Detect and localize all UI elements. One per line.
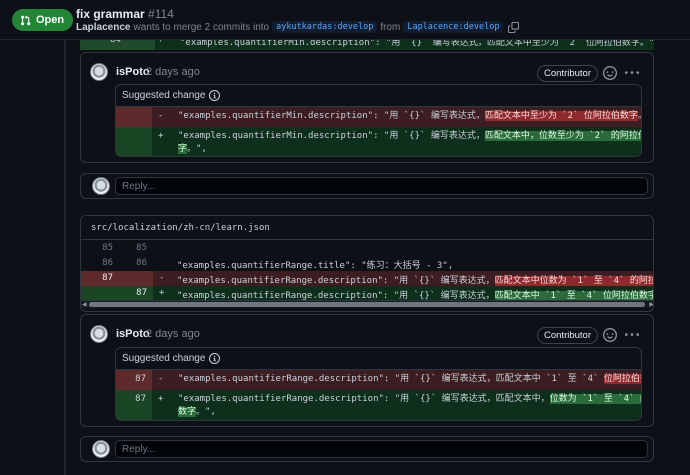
line-number: 84: [110, 40, 121, 45]
avatar: [92, 177, 110, 195]
comment-time[interactable]: 2 days ago: [146, 328, 200, 340]
review-comment-1: isPoto 2 days ago Contributor Suggested …: [80, 52, 654, 163]
smiley-icon[interactable]: [603, 328, 617, 342]
diff-code: "examples.quantifierMin.description": "用…: [178, 110, 641, 123]
suggestion-added-line: 87 + "examples.quantifierRange.descripti…: [116, 390, 641, 420]
diff-row-added: 87 + "examples.quantifierRange.descripti…: [81, 286, 653, 301]
diff-sign: +: [158, 40, 164, 45]
pr-state-badge: Open: [12, 9, 74, 31]
new-line-number[interactable]: 87: [121, 288, 147, 298]
code-highlight: 字: [178, 144, 188, 154]
pr-meta: Laplacence wants to merge 2 commits into…: [76, 21, 520, 33]
review-comment-2: isPoto 2 days ago Contributor Suggested …: [80, 314, 654, 427]
suggested-change-label: Suggested change: [122, 90, 206, 101]
reply-box: Reply...: [80, 173, 654, 199]
old-line-number[interactable]: 87: [87, 273, 113, 283]
suggested-change-header: Suggested change: [116, 348, 641, 370]
file-name[interactable]: src/localization/zh-cn/learn.json: [91, 223, 270, 233]
code-highlight: 数字: [178, 407, 197, 417]
suggestion-deleted-line: - "examples.quantifierMin.description": …: [116, 107, 641, 127]
code-text: "examples.quantifierRange.description": …: [178, 394, 550, 404]
copy-icon[interactable]: [508, 21, 520, 33]
code-text: "examples.quantifierRange.description": …: [177, 276, 495, 286]
diff-sign: +: [158, 394, 164, 404]
diff-sign: -: [158, 111, 164, 121]
diff-row-deleted: 87 - "examples.quantifierRange.descripti…: [81, 271, 653, 286]
reply-input[interactable]: Reply...: [115, 177, 648, 195]
kebab-horizontal-icon[interactable]: [625, 66, 639, 80]
suggested-change: Suggested change - "examples.quantifierM…: [115, 84, 642, 157]
suggested-change-label: Suggested change: [122, 353, 206, 364]
diff-row: 86 86 "examples.quantifierRange.title": …: [81, 256, 653, 271]
head-branch-label[interactable]: Laplacence:develop: [403, 21, 504, 33]
code-text: "examples.quantifierMin.description": "用…: [178, 111, 485, 121]
suggested-change: Suggested change 87 - "examples.quantifi…: [115, 347, 642, 421]
code-highlight: 匹配文本中至少为 `2` 位阿拉伯数字: [484, 111, 638, 121]
smiley-icon[interactable]: [603, 66, 617, 80]
line-number[interactable]: 87: [116, 394, 146, 404]
reply-box: Reply...: [80, 436, 654, 462]
code-highlight: 匹配文本中，位数至少为 `2` 的阿拉伯数: [484, 131, 641, 141]
line-number[interactable]: 87: [116, 374, 146, 384]
diff-code: "examples.quantifierRange.description": …: [178, 373, 641, 386]
diff-code: "examples.quantifierMin.description": "用…: [178, 130, 641, 156]
horizontal-scrollbar[interactable]: ◀ ▶: [81, 300, 653, 308]
diff-code: "examples.quantifierRange.description": …: [177, 273, 653, 286]
pr-title: fix grammar #114: [76, 7, 174, 21]
code-text: 。",: [196, 407, 216, 417]
info-icon[interactable]: [209, 353, 221, 364]
pr-author-link[interactable]: Laplacence: [76, 22, 130, 33]
avatar: [92, 440, 110, 458]
timeline-line: [64, 40, 66, 475]
code-text: "examples.quantifierRange.description": …: [178, 374, 604, 384]
code-highlight: 位阿拉伯数字: [603, 374, 641, 384]
code-highlight: 匹配文本中位数为 `1` 至 `4` 的阿拉伯数字: [494, 276, 653, 286]
pr-state-label: Open: [36, 14, 65, 26]
diff-line-clipped: 84 + "examples.quantifierMin.description…: [80, 40, 654, 50]
file-diff: src/localization/zh-cn/learn.json 85 85 …: [80, 215, 654, 312]
diff-code: "examples.quantifierMin.description": "用…: [180, 40, 654, 48]
reply-input[interactable]: Reply...: [115, 440, 648, 458]
old-line-number[interactable]: 85: [87, 243, 113, 253]
diff-sign: +: [159, 288, 165, 298]
suggestion-added-line: + "examples.quantifierMin.description": …: [116, 127, 641, 156]
avatar[interactable]: [90, 325, 108, 343]
diff-sign: +: [158, 131, 164, 141]
diff-gutter: [116, 127, 152, 156]
scroll-left-arrow-icon[interactable]: ◀: [82, 301, 87, 308]
scroll-right-arrow-icon[interactable]: ▶: [649, 301, 653, 308]
diff-gutter: [116, 107, 152, 127]
code-text: 。",: [187, 144, 207, 154]
diff-sign: -: [158, 374, 164, 384]
kebab-horizontal-icon[interactable]: [625, 328, 639, 342]
code-text: 。",: [638, 111, 641, 121]
pr-number: #114: [148, 7, 174, 21]
scrollbar-thumb[interactable]: [89, 302, 645, 307]
git-pull-request-icon: [21, 14, 31, 25]
pr-header: Open fix grammar #114 Laplacence wants t…: [0, 0, 690, 40]
new-line-number[interactable]: 86: [121, 258, 147, 268]
pr-from-text: from: [380, 21, 401, 33]
avatar[interactable]: [90, 63, 108, 81]
pr-meta-text: wants to merge 2 commits into: [133, 21, 270, 33]
suggested-change-header: Suggested change: [116, 85, 641, 107]
comment-author[interactable]: isPoto: [116, 328, 150, 340]
code-highlight: 位数为 `1` 至 `4` 的阿拉伯: [549, 394, 641, 404]
new-line-number[interactable]: 85: [121, 243, 147, 253]
diff-sign: -: [159, 273, 165, 283]
contributor-badge: Contributor: [537, 327, 598, 344]
info-icon[interactable]: [209, 90, 221, 101]
old-line-number[interactable]: 86: [87, 258, 113, 268]
suggestion-deleted-line: 87 - "examples.quantifierRange.descripti…: [116, 370, 641, 390]
pr-title-text: fix grammar: [76, 7, 145, 21]
base-branch-label[interactable]: aykutkardas:develop: [272, 21, 378, 33]
file-diff-header: src/localization/zh-cn/learn.json: [81, 216, 653, 240]
comment-author[interactable]: isPoto: [116, 66, 150, 78]
code-text: "examples.quantifierMin.description": "用…: [178, 131, 485, 141]
diff-code: "examples.quantifierRange.description": …: [178, 393, 641, 419]
diff-row: 85 85: [81, 241, 653, 256]
diff-code: "examples.quantifierRange.title": "练习：大括…: [177, 261, 454, 271]
comment-time[interactable]: 2 days ago: [146, 66, 200, 78]
contributor-badge: Contributor: [537, 65, 598, 82]
